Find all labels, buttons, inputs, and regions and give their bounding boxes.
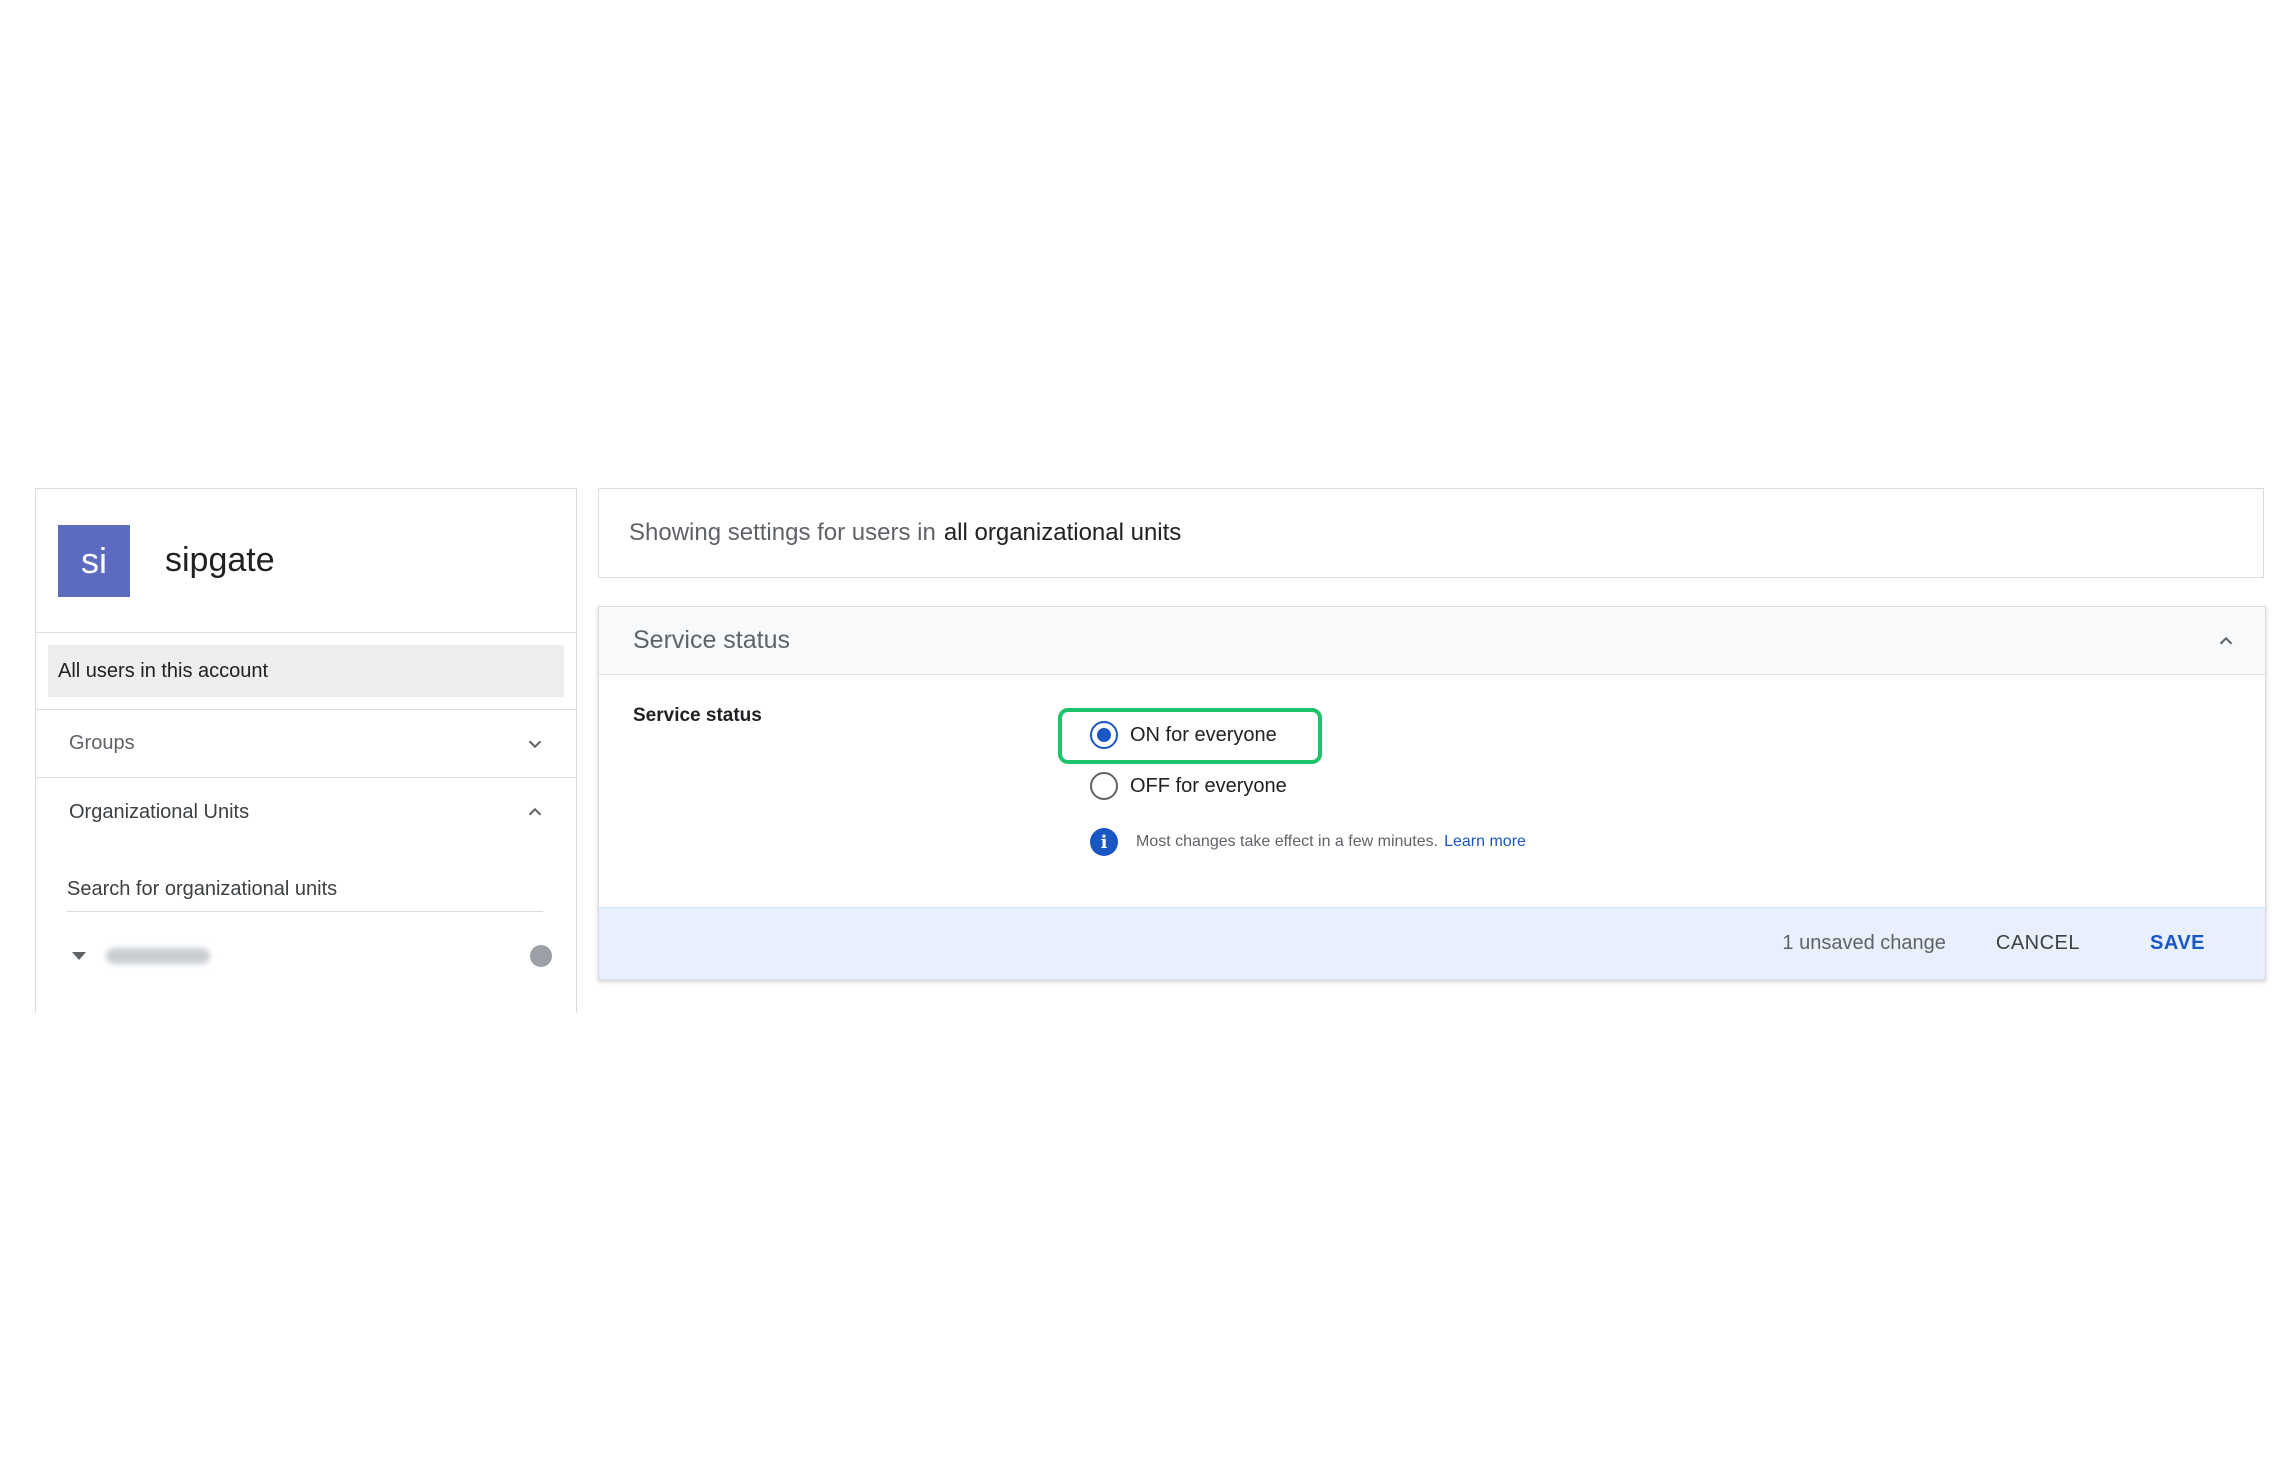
info-icon: i [1090,828,1118,856]
caret-down-icon[interactable] [72,952,86,960]
radio-off-label: OFF for everyone [1130,774,1287,797]
all-users-section: All users in this account [36,633,576,710]
groups-section-toggle[interactable]: Groups [36,710,576,778]
radio-button-selected[interactable] [1090,721,1118,749]
scope-info-bar: Showing settings for users in all organi… [598,488,2264,578]
scope-value: all organizational units [943,519,1182,546]
note-text: Most changes take effect in a few minute… [1136,833,1439,850]
org-sidebar: si sipgate All users in this account Gro… [35,488,577,1013]
ou-search-input[interactable] [67,876,543,912]
unsaved-count: 1 unsaved change [1782,932,1946,954]
account-name: sipgate [165,541,275,579]
save-button[interactable]: SAVE [2140,924,2215,963]
radio-on-for-everyone[interactable]: ON for everyone [1090,721,1277,749]
avatar: si [58,524,130,597]
card-title: Service status [633,626,791,654]
chevron-down-icon [528,740,542,748]
account-header: si sipgate [36,489,576,633]
all-users-item[interactable]: All users in this account [48,645,564,697]
cancel-button[interactable]: CANCEL [1986,924,2090,963]
ou-search-wrap [36,846,576,912]
ou-label: Organizational Units [69,800,250,823]
learn-more-link[interactable]: Learn more [1444,833,1526,851]
admin-settings-page: si sipgate All users in this account Gro… [0,0,2280,1480]
card-body: Service status ON for everyone OFF for e… [599,675,2265,907]
propagation-note: i Most changes take effect in a few minu… [1090,828,1526,856]
radio-off-for-everyone[interactable]: OFF for everyone [1090,772,1287,800]
radio-on-label: ON for everyone [1130,723,1277,746]
ou-section-toggle[interactable]: Organizational Units [36,778,576,846]
service-status-card: Service status Service status ON for eve… [598,606,2266,980]
unsaved-changes-bar: 1 unsaved change CANCEL SAVE [599,907,2265,979]
groups-label: Groups [69,732,135,754]
ou-tree-item[interactable] [36,930,576,982]
radio-button-unselected[interactable] [1090,772,1118,800]
chevron-up-icon [528,807,542,816]
card-header[interactable]: Service status [599,607,2265,675]
ou-status-dot [530,945,552,967]
scope-prefix: Showing settings for users in [629,519,936,546]
ou-tree-label-redacted [106,948,210,964]
service-status-field-label: Service status [633,705,762,726]
chevron-up-icon[interactable] [2215,630,2237,652]
